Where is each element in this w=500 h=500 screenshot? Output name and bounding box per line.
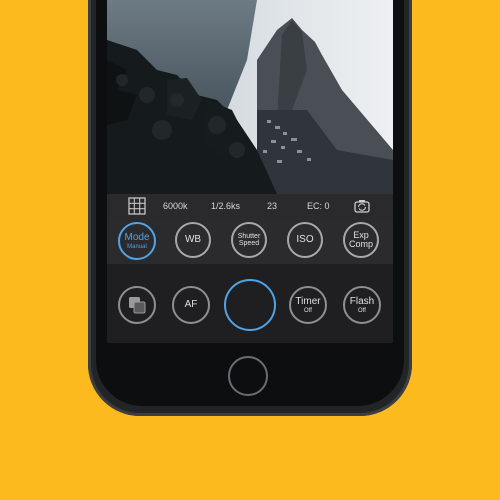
rotate-camera-icon[interactable]: [351, 195, 373, 217]
home-button[interactable]: [228, 356, 268, 396]
camera-screen: 6000k 1/2.6ks 23 EC: 0 Mode Manual WB Sh…: [107, 0, 393, 343]
af-label: AF: [184, 299, 198, 310]
white-balance-readout: 6000k: [163, 201, 188, 211]
status-bar: 6000k 1/2.6ks 23 EC: 0: [107, 194, 393, 218]
layers-icon: [129, 297, 146, 314]
layers-button[interactable]: [118, 286, 156, 324]
viewfinder-image: [107, 0, 393, 194]
shutter-readout: 1/2.6ks: [211, 201, 241, 211]
af-button[interactable]: AF: [172, 286, 210, 324]
iso-button[interactable]: ISO: [287, 222, 323, 258]
mode-label: Mode: [124, 231, 150, 243]
timer-label: Timer: [295, 295, 321, 307]
exp-comp-line2: Comp: [348, 239, 373, 249]
timer-sublabel: Off: [304, 307, 312, 314]
grid-icon[interactable]: [127, 196, 147, 216]
shutter-speed-line2: Speed: [238, 240, 260, 247]
shutter-speed-button[interactable]: Shutter Speed: [231, 222, 267, 258]
settings-row: Mode Manual WB Shutter Speed ISO Exp Com…: [107, 218, 393, 264]
exp-comp-button[interactable]: Exp Comp: [343, 222, 379, 258]
mode-sublabel: Manual: [127, 243, 147, 250]
wb-button[interactable]: WB: [175, 222, 211, 258]
mode-button[interactable]: Mode Manual: [118, 222, 156, 260]
action-row: AF Timer Off Flash Off: [107, 264, 393, 343]
timer-button[interactable]: Timer Off: [289, 286, 327, 324]
exposure-comp-readout: EC: 0: [307, 201, 330, 211]
flash-label: Flash: [349, 295, 375, 307]
wb-label: WB: [184, 234, 202, 245]
viewfinder[interactable]: [107, 0, 393, 194]
iso-readout: 23: [267, 201, 278, 211]
flash-button[interactable]: Flash Off: [343, 286, 381, 324]
shutter-speed-line1: Shutter: [237, 232, 261, 240]
flash-sublabel: Off: [358, 307, 366, 314]
shutter-button[interactable]: [224, 279, 276, 331]
iso-label: ISO: [296, 234, 314, 245]
